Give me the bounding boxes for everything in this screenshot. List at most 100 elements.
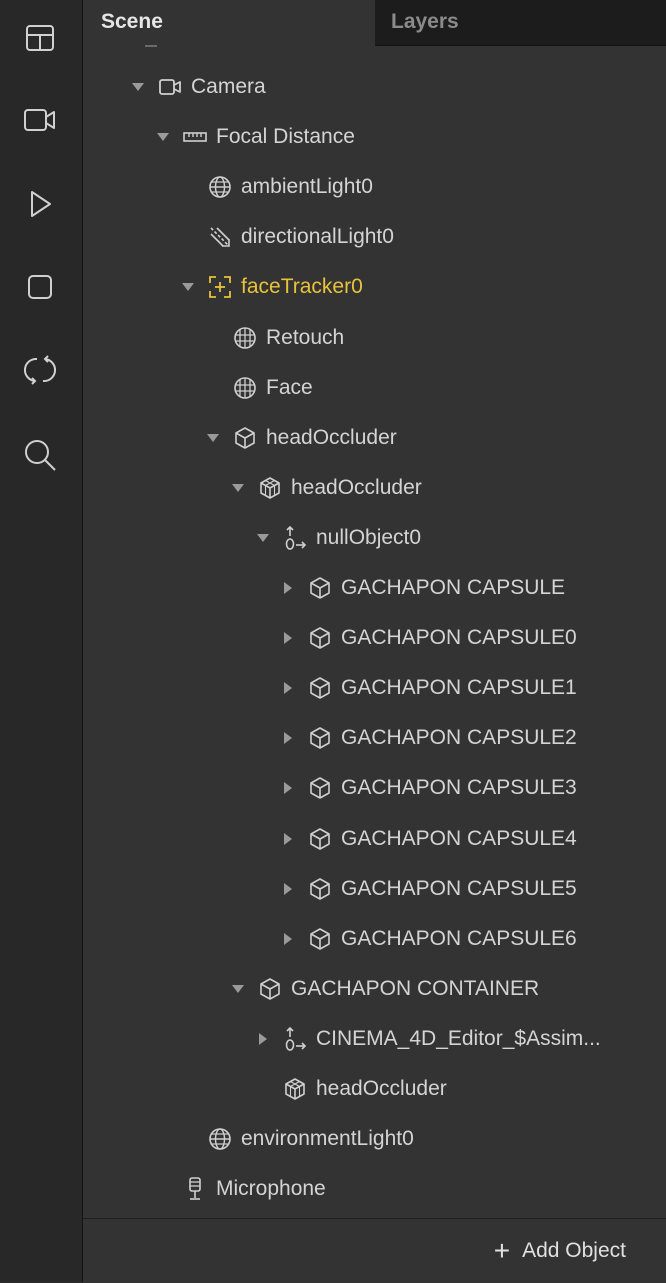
null-object-icon: [282, 1026, 308, 1052]
tree-row[interactable]: GACHAPON CAPSULE5: [83, 864, 666, 914]
expand-arrow-icon[interactable]: [279, 930, 297, 948]
cube-icon: [307, 926, 333, 952]
tree-row[interactable]: directionalLight0: [83, 212, 666, 262]
expand-arrow-icon[interactable]: [254, 1030, 272, 1048]
tab-scene[interactable]: Scene: [83, 0, 375, 46]
scene-panel: Scene Layers Camera Focal Distance ambient…: [83, 0, 666, 1283]
collapse-arrow-icon[interactable]: [229, 980, 247, 998]
tree-row[interactable]: environmentLight0: [83, 1114, 666, 1164]
expand-arrow-icon[interactable]: [279, 880, 297, 898]
video-camera-icon[interactable]: [20, 100, 60, 140]
microphone-icon: [182, 1176, 208, 1202]
tree-row[interactable]: GACHAPON CAPSULE4: [83, 814, 666, 864]
tree-row[interactable]: Focal Distance: [83, 112, 666, 162]
collapse-arrow-icon[interactable]: [229, 479, 247, 497]
cube-icon: [232, 425, 258, 451]
camera-icon: [157, 74, 183, 100]
tree-row-label: headOccluder: [316, 1077, 447, 1100]
collapse-arrow-icon[interactable]: [204, 429, 222, 447]
tree-row-label: directionalLight0: [241, 225, 394, 249]
tree-row-label: GACHAPON CAPSULE1: [341, 676, 577, 700]
tool-rail: [0, 0, 83, 1282]
play-icon[interactable]: [20, 184, 60, 224]
collapse-arrow-icon[interactable]: [179, 278, 197, 296]
tree-row-label: GACHAPON CAPSULE: [341, 576, 566, 599]
light-globe-icon: [207, 1126, 233, 1152]
tree-row-label: Microphone: [216, 1177, 326, 1201]
ruler-icon: [182, 124, 208, 150]
tree-row-label: Focal Distance: [216, 125, 355, 149]
collapse-arrow-icon[interactable]: [129, 78, 147, 96]
tree-row[interactable]: Face: [83, 363, 666, 413]
cube-icon: [257, 976, 283, 1002]
panel-tabs: Scene Layers: [83, 0, 666, 46]
3d-object-icon: [257, 475, 283, 501]
cube-icon: [307, 725, 333, 751]
tree-row[interactable]: ambientLight0: [83, 162, 666, 212]
expand-arrow-icon[interactable]: [279, 779, 297, 797]
light-globe-icon: [207, 174, 233, 200]
tree-row[interactable]: GACHAPON CAPSULE3: [83, 763, 666, 813]
tree-row-label: GACHAPON CAPSULE3: [341, 776, 577, 800]
3d-object-icon: [282, 1076, 308, 1102]
collapse-arrow-icon[interactable]: [254, 529, 272, 547]
tree-row-label: GACHAPON CAPSULE6: [341, 926, 577, 950]
tree-row-label: headOccluder: [291, 475, 422, 499]
tree-row[interactable]: faceTracker0: [83, 262, 666, 312]
tree-row-label: Retouch: [266, 325, 345, 349]
expand-arrow-icon[interactable]: [279, 679, 297, 697]
tree-row[interactable]: nullObject0: [83, 513, 666, 563]
tree-row[interactable]: GACHAPON CAPSULE1: [83, 663, 666, 713]
plus-icon: +: [493, 1235, 511, 1266]
panel-footer: + Add Object: [83, 1218, 666, 1283]
tree-row-label: Camera: [191, 75, 266, 98]
cube-icon: [307, 575, 333, 601]
tree-row[interactable]: headOccluder: [83, 413, 666, 463]
refresh-icon[interactable]: [20, 350, 60, 390]
tree-row[interactable]: GACHAPON CONTAINER: [83, 964, 666, 1014]
tree-row[interactable]: GACHAPON CAPSULE6: [83, 914, 666, 964]
tree-row-label: headOccluder: [266, 425, 397, 449]
tree-row-label: ambientLight0: [241, 175, 373, 199]
tree-row-label: Face: [266, 375, 313, 399]
tree-row-label: GACHAPON CAPSULE4: [341, 826, 577, 850]
tree-row[interactable]: Camera: [83, 62, 666, 112]
tree-row[interactable]: headOccluder: [83, 1064, 666, 1114]
collapsed-row-stub: [145, 45, 157, 47]
cube-icon: [307, 876, 333, 902]
tree-row-label: GACHAPON CAPSULE0: [341, 626, 577, 650]
layout-icon[interactable]: [20, 18, 60, 58]
expand-arrow-icon[interactable]: [279, 830, 297, 848]
tree-row-label: GACHAPON CONTAINER: [291, 976, 540, 1000]
add-object-button[interactable]: + Add Object: [494, 1235, 626, 1267]
cube-icon: [307, 675, 333, 701]
expand-arrow-icon[interactable]: [279, 729, 297, 747]
null-object-icon: [282, 525, 308, 551]
search-icon[interactable]: [20, 435, 60, 475]
directional-light-icon: [207, 224, 233, 250]
cube-icon: [307, 625, 333, 651]
add-object-label: Add Object: [522, 1239, 626, 1262]
tree-row-label: CINEMA_4D_Editor_$Assim...: [316, 1026, 601, 1050]
tree-row-label: GACHAPON CAPSULE5: [341, 876, 577, 900]
tree-row[interactable]: headOccluder: [83, 463, 666, 513]
tab-layers[interactable]: Layers: [375, 0, 666, 46]
tree-row-label: environmentLight0: [241, 1127, 414, 1151]
tree-row-label: GACHAPON CAPSULE2: [341, 726, 577, 750]
tree-row[interactable]: GACHAPON CAPSULE0: [83, 613, 666, 663]
tree-row[interactable]: GACHAPON CAPSULE: [83, 563, 666, 613]
tree-row[interactable]: Retouch: [83, 313, 666, 363]
tree-row[interactable]: CINEMA_4D_Editor_$Assim...: [83, 1014, 666, 1064]
cube-icon: [307, 826, 333, 852]
tree-row[interactable]: Microphone: [83, 1164, 666, 1214]
stop-icon[interactable]: [20, 267, 60, 307]
expand-arrow-icon[interactable]: [279, 579, 297, 597]
tree-row-label: faceTracker0: [241, 275, 363, 299]
expand-arrow-icon[interactable]: [279, 629, 297, 647]
mesh-icon: [232, 375, 258, 401]
cube-icon: [307, 775, 333, 801]
collapse-arrow-icon[interactable]: [154, 128, 172, 146]
tree-row[interactable]: GACHAPON CAPSULE2: [83, 713, 666, 763]
face-tracker-icon: [207, 274, 233, 300]
mesh-icon: [232, 325, 258, 351]
